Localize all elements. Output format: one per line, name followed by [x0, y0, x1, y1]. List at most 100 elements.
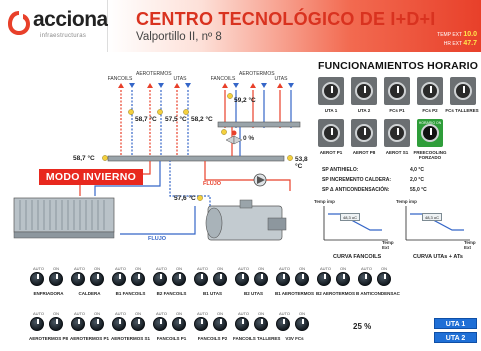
setpoint-value[interactable]: 4,0 °C: [410, 167, 424, 173]
left-outlet-pipes: [120, 90, 189, 156]
clock-icon: [454, 82, 472, 100]
selector-aerotermos-p1: AUTO ON AEROTERMOS P1: [69, 311, 109, 341]
temp-fancoils: 58,7 °C: [135, 116, 157, 123]
selector-knob[interactable]: [317, 272, 331, 286]
selector-knob[interactable]: [276, 272, 290, 286]
temp-right-manifold: 53,8 °C: [295, 156, 308, 170]
selector-knob[interactable]: [295, 317, 309, 331]
selector-knob[interactable]: [90, 317, 104, 331]
valve-percentage: 0 %: [243, 135, 255, 142]
selector-label: FANCOILS P2: [197, 336, 228, 341]
page-title: CENTRO TECNOLÓGICO DE I+D+I: [136, 9, 436, 29]
temp-collector: 59,2 °C: [234, 97, 256, 104]
selector-knob[interactable]: [235, 317, 249, 331]
schedule-aerot-p8-button[interactable]: [351, 119, 377, 147]
selector-knob[interactable]: [213, 272, 227, 286]
selector-knob[interactable]: [30, 272, 44, 286]
pipe-label-fancoils-2: FANCOILS: [210, 76, 236, 82]
selector-label: V3V FCs: [285, 336, 304, 341]
clock-icon: [421, 82, 439, 100]
clock-icon: [421, 124, 439, 142]
schedule-aerot-s1-button[interactable]: [384, 119, 410, 147]
flow-label-red: FLUJO: [203, 181, 222, 187]
selector-knob[interactable]: [276, 317, 290, 331]
heating-curves: [323, 206, 470, 241]
pipe-diagram: [13, 83, 301, 241]
curve-title: CURVA UTAs + ATs: [413, 254, 463, 260]
selector-label: AEROTERMOS P1: [69, 336, 109, 341]
curve-title: CURVA FANCOILS: [333, 254, 382, 260]
pipe-label-aerotermos: AEROTERMOS: [136, 71, 172, 77]
selector-knob[interactable]: [377, 272, 391, 286]
selector-knob[interactable]: [112, 272, 126, 286]
selector-knob[interactable]: [254, 317, 268, 331]
selector-knob[interactable]: [71, 272, 85, 286]
uta-1-button[interactable]: UTA 1: [434, 318, 477, 329]
selector-label: FANCOILS P1: [156, 336, 187, 341]
selector-b2-utas: AUTO ON B2 UTAS: [233, 266, 274, 306]
selector-knob[interactable]: [131, 317, 145, 331]
curve-y-label: Temp imp: [314, 199, 335, 204]
header-readout-2: HR EXT 47.7: [443, 40, 477, 47]
flow-arrows: [118, 83, 283, 88]
schedule-uta1-button[interactable]: [318, 77, 344, 105]
selector-label: B2 UTAS: [244, 291, 263, 296]
schedule-fcs-p1-button[interactable]: [384, 77, 410, 105]
clock-icon: [355, 124, 373, 142]
selector-knob[interactable]: [194, 317, 208, 331]
temp-left-manifold: 58,7 °C: [73, 155, 95, 162]
selector-knob[interactable]: [153, 272, 167, 286]
uta-2-button[interactable]: UTA 2: [434, 332, 477, 343]
setpoint-value[interactable]: 2,0 °C: [410, 177, 424, 183]
schedule-fcs-talleres-button[interactable]: [450, 77, 476, 105]
setpoint-label: SP Δ ANTICONDENSACIÓN:: [322, 187, 390, 193]
selector-knob[interactable]: [295, 272, 309, 286]
selector-label: ENFRIADORA: [33, 291, 64, 296]
pump-selector-row-1: AUTO ON ENFRIADORA AUTO ON CALDERA AUTO …: [28, 266, 400, 306]
selector-knob[interactable]: [172, 317, 186, 331]
selector-knob[interactable]: [172, 272, 186, 286]
logo-text: acciona: [33, 8, 108, 31]
clock-icon: [388, 82, 406, 100]
selector-knob[interactable]: [358, 272, 372, 286]
selector-knob[interactable]: [71, 317, 85, 331]
selector-label: B1 FANCOILS: [115, 291, 146, 296]
selector-label: B ANTICONDENSAC: [356, 291, 400, 296]
selector-knob[interactable]: [131, 272, 145, 286]
selector-knob[interactable]: [90, 272, 104, 286]
schedule-label: FREECOOLING FORZADO: [413, 150, 447, 160]
selector-label: AEROTERMOS S1: [110, 336, 150, 341]
selector-knob[interactable]: [235, 272, 249, 286]
clock-icon: [388, 124, 406, 142]
selector-v3v-fcs: AUTO ON V3V FCs: [274, 311, 315, 351]
schedule-aerot-p1-button[interactable]: [318, 119, 344, 147]
selector-b1-utas: AUTO ON B1 UTAS: [192, 266, 233, 306]
selector-knob[interactable]: [213, 317, 227, 331]
temp-aerotermos: 57,5 °C: [165, 116, 187, 123]
selector-knob[interactable]: [49, 317, 63, 331]
selector-knob[interactable]: [49, 272, 63, 286]
selector-label: CALDERA: [78, 291, 101, 296]
setpoint-value[interactable]: 55,0 °C: [410, 187, 427, 193]
schedule-uta2-button[interactable]: [351, 77, 377, 105]
hydraulic-schematic: FANCOILS AEROTERMOS UTAS FANCOILS AEROTE…: [0, 56, 315, 256]
schedules-title: FUNCIONAMIENTOS HORARIO: [318, 60, 479, 72]
selector-label: B2 FANCOILS: [156, 291, 187, 296]
curve-mid-value[interactable]: 48,3 oC: [422, 213, 442, 221]
selector-knob[interactable]: [112, 317, 126, 331]
schedule-fcs-p2-button[interactable]: [417, 77, 443, 105]
selector-b2-fancoils: AUTO ON B2 FANCOILS: [151, 266, 192, 306]
pipe-label-utas: UTAS: [173, 76, 187, 82]
selector-knob[interactable]: [194, 272, 208, 286]
selector-knob[interactable]: [254, 272, 268, 286]
boiler-icon: [205, 199, 287, 241]
clock-icon: [322, 82, 340, 100]
selector-b1-fancoils: AUTO ON B1 FANCOILS: [110, 266, 151, 306]
header: acciona infraestructuras CENTRO TECNOLÓG…: [0, 0, 481, 52]
selector-knob[interactable]: [336, 272, 350, 286]
curve-y-label: Temp imp: [396, 199, 417, 204]
curve-mid-value[interactable]: 48,3 oC: [340, 213, 360, 221]
selector-knob[interactable]: [30, 317, 44, 331]
selector-label: B2 AEROTERMOS: [315, 291, 356, 296]
selector-knob[interactable]: [153, 317, 167, 331]
